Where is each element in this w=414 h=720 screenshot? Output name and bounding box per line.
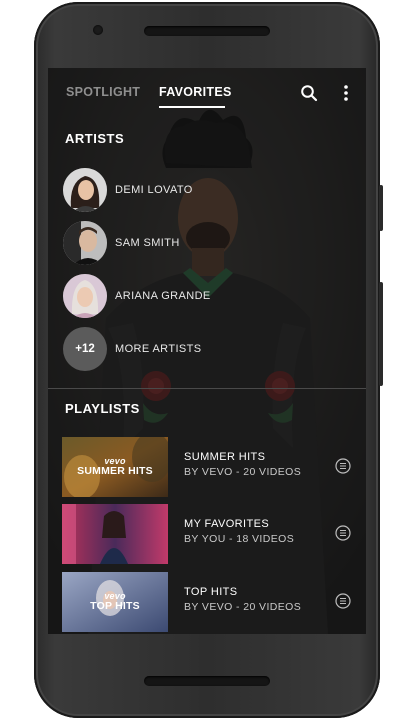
avatar bbox=[63, 221, 107, 265]
power-button bbox=[379, 185, 383, 231]
volume-button bbox=[379, 282, 383, 386]
more-artists-item[interactable]: +12 MORE ARTISTS bbox=[63, 327, 353, 371]
list-menu-icon[interactable] bbox=[335, 593, 351, 609]
top-speaker bbox=[144, 26, 270, 36]
playlist-title: MY FAVORITES bbox=[184, 518, 270, 530]
artist-item-ariana-grande[interactable]: ARIANA GRANDE bbox=[63, 274, 353, 318]
playlist-subtitle: BY YOU - 18 VIDEOS bbox=[184, 533, 295, 545]
front-camera bbox=[93, 25, 103, 35]
more-artists-label: MORE ARTISTS bbox=[115, 343, 202, 355]
artist-item-demi-lovato[interactable]: DEMI LOVATO bbox=[63, 168, 353, 212]
list-menu-icon[interactable] bbox=[335, 458, 351, 474]
playlist-thumbnail: vevo TOP HITS bbox=[62, 572, 168, 632]
more-artists-count: +12 bbox=[63, 327, 107, 371]
app-screen: SPOTLIGHT FAVORITES ARTISTS DEMI LOVATO … bbox=[48, 68, 366, 634]
playlists-heading: PLAYLISTS bbox=[65, 401, 140, 416]
playlist-subtitle: BY VEVO - 20 VIDEOS bbox=[184, 601, 302, 613]
section-divider bbox=[48, 388, 366, 389]
active-tab-indicator bbox=[159, 106, 225, 108]
bottom-speaker bbox=[144, 676, 270, 686]
tab-bar: SPOTLIGHT FAVORITES bbox=[48, 68, 366, 116]
artist-name: ARIANA GRANDE bbox=[115, 290, 211, 302]
playlist-item-my-favorites[interactable]: MY FAVORITES BY YOU - 18 VIDEOS bbox=[62, 504, 362, 564]
tab-spotlight[interactable]: SPOTLIGHT bbox=[66, 85, 140, 99]
search-icon[interactable] bbox=[300, 84, 318, 102]
more-vert-icon[interactable] bbox=[342, 84, 350, 102]
artist-name: DEMI LOVATO bbox=[115, 184, 193, 196]
artists-heading: ARTISTS bbox=[65, 131, 125, 146]
playlist-item-summer-hits[interactable]: vevo SUMMER HITS SUMMER HITS BY VEVO - 2… bbox=[62, 437, 362, 497]
thumbnail-title: SUMMER HITS bbox=[77, 465, 153, 477]
playlist-thumbnail: vevo SUMMER HITS bbox=[62, 437, 168, 497]
thumbnail-image bbox=[62, 504, 168, 564]
tab-favorites[interactable]: FAVORITES bbox=[159, 85, 232, 99]
playlist-thumbnail bbox=[62, 504, 168, 564]
artist-item-sam-smith[interactable]: SAM SMITH bbox=[63, 221, 353, 265]
artist-name: SAM SMITH bbox=[115, 237, 180, 249]
artist-photo bbox=[63, 221, 107, 265]
playlist-subtitle: BY VEVO - 20 VIDEOS bbox=[184, 466, 302, 478]
list-menu-icon[interactable] bbox=[335, 525, 351, 541]
avatar bbox=[63, 274, 107, 318]
avatar bbox=[63, 168, 107, 212]
playlist-title: SUMMER HITS bbox=[184, 451, 266, 463]
thumbnail-title: TOP HITS bbox=[90, 600, 140, 612]
artist-photo bbox=[63, 168, 107, 212]
playlist-title: TOP HITS bbox=[184, 586, 238, 598]
artist-photo bbox=[63, 274, 107, 318]
playlist-item-top-hits[interactable]: vevo TOP HITS TOP HITS BY VEVO - 20 VIDE… bbox=[62, 572, 362, 632]
